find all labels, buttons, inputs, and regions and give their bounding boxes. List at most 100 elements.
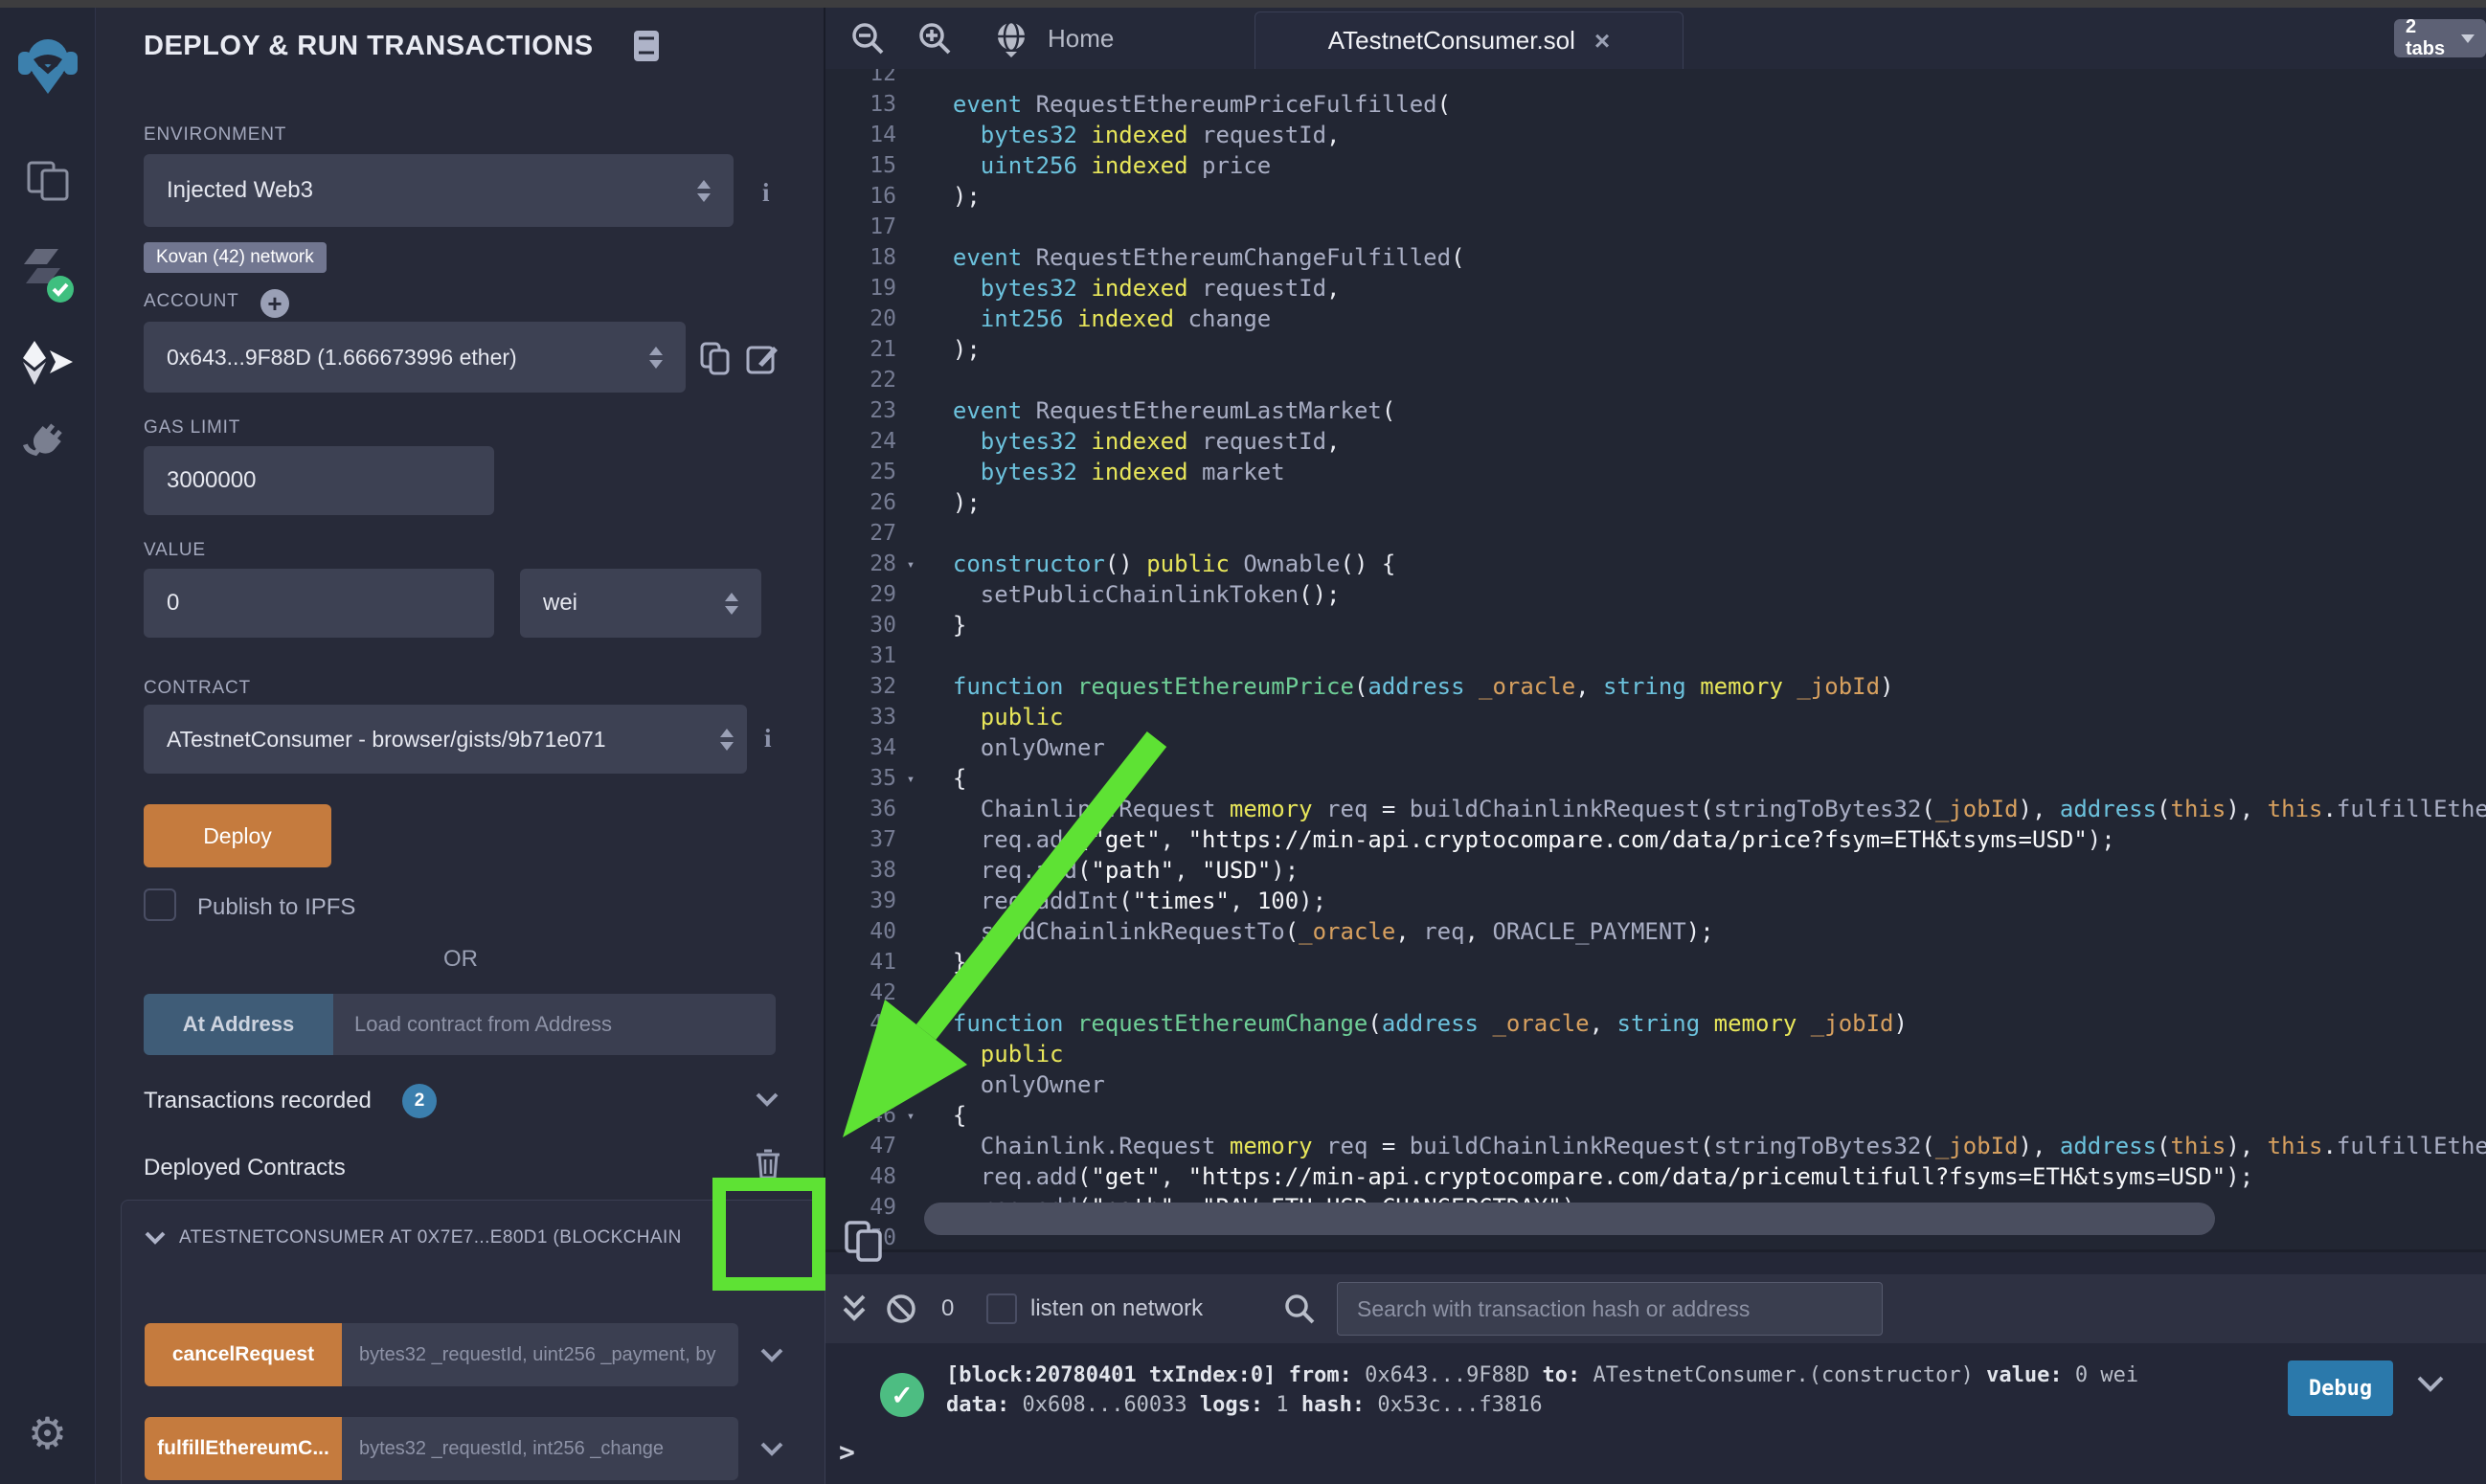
line-number[interactable]: 34	[825, 732, 896, 763]
line-number[interactable]: 28	[825, 549, 896, 579]
line-number[interactable]: 23	[825, 395, 896, 426]
line-number[interactable]: 26	[825, 487, 896, 518]
code-line-31: 31	[825, 641, 2486, 671]
function-expand-chevron-icon[interactable]	[759, 1441, 784, 1456]
environment-info-icon[interactable]: i	[762, 178, 770, 208]
contract-select[interactable]: ATestnetConsumer - browser/gists/9b71e07…	[144, 705, 747, 774]
line-number[interactable]: 40	[825, 916, 896, 947]
line-number[interactable]: 45	[825, 1069, 896, 1100]
line-number[interactable]: 16	[825, 181, 896, 212]
line-number[interactable]: 44	[825, 1039, 896, 1069]
line-number[interactable]: 49	[825, 1192, 896, 1223]
line-number[interactable]: 33	[825, 702, 896, 732]
line-number[interactable]: 14	[825, 120, 896, 150]
code-editor[interactable]: 1213 event RequestEthereumPriceFulfilled…	[825, 69, 2486, 1249]
copy-contract-address-icon[interactable]	[844, 1220, 884, 1264]
line-number[interactable]: 37	[825, 824, 896, 855]
line-number[interactable]: 43	[825, 1008, 896, 1039]
line-number[interactable]: 39	[825, 886, 896, 916]
tab-active-file[interactable]: ATestnetConsumer.sol ×	[1254, 11, 1684, 69]
line-number[interactable]: 25	[825, 457, 896, 487]
at-address-input[interactable]	[333, 994, 776, 1055]
edit-account-icon[interactable]	[745, 341, 780, 375]
value-input[interactable]	[144, 569, 494, 638]
code-line-39: 39 req.addInt("times", 100);	[825, 886, 2486, 916]
fold-gutter	[896, 457, 925, 487]
contract-function-params-input[interactable]: bytes32 _requestId, int256 _change	[342, 1417, 738, 1480]
line-number[interactable]: 27	[825, 518, 896, 549]
line-number[interactable]: 35	[825, 763, 896, 794]
clear-deployed-trash-icon[interactable]	[755, 1149, 781, 1180]
line-number[interactable]: 22	[825, 365, 896, 395]
editor-horizontal-scrollbar[interactable]	[924, 1203, 2215, 1235]
fold-gutter	[896, 1039, 925, 1069]
copy-account-icon[interactable]	[699, 341, 732, 375]
contract-function-params-input[interactable]: bytes32 _requestId, uint256 _payment, by	[342, 1323, 738, 1386]
value-unit-select[interactable]: wei	[520, 569, 761, 638]
solidity-compiler-icon[interactable]	[0, 247, 95, 304]
clear-console-icon[interactable]	[885, 1293, 917, 1325]
fold-toggle-icon[interactable]: ▾	[896, 549, 925, 579]
terminal-search-input[interactable]	[1337, 1282, 1883, 1336]
line-number[interactable]: 30	[825, 610, 896, 641]
transactions-collapse-chevron-icon[interactable]	[755, 1091, 780, 1107]
deploy-button[interactable]: Deploy	[144, 804, 331, 867]
function-expand-chevron-icon[interactable]	[759, 1347, 784, 1362]
terminal-prompt[interactable]: >	[839, 1436, 855, 1468]
contract-expand-chevron-icon	[145, 1231, 166, 1245]
fold-gutter	[896, 69, 925, 89]
line-number[interactable]: 47	[825, 1131, 896, 1161]
deployed-contract-header[interactable]: ATESTNETCONSUMER AT 0X7E7...E80D1 (BLOCK…	[145, 1227, 757, 1248]
line-number[interactable]: 48	[825, 1161, 896, 1192]
tabs-count-badge[interactable]: 2 tabs	[2394, 19, 2486, 57]
doc-link-icon[interactable]	[632, 29, 661, 63]
line-number[interactable]: 38	[825, 855, 896, 886]
transactions-count-badge: 2	[402, 1084, 437, 1118]
line-number[interactable]: 42	[825, 978, 896, 1008]
gas-limit-input[interactable]	[144, 446, 494, 515]
line-number[interactable]: 19	[825, 273, 896, 304]
line-number[interactable]: 20	[825, 304, 896, 334]
settings-gear-icon[interactable]: ⚙	[0, 1407, 95, 1459]
account-select[interactable]: 0x643...9F88D (1.666673996 ether)	[144, 322, 686, 393]
terminal-collapse-icon[interactable]	[841, 1293, 868, 1325]
tab-home[interactable]: Home	[992, 8, 1114, 69]
zoom-out-icon[interactable]	[850, 21, 885, 56]
remix-logo-icon[interactable]	[0, 36, 95, 98]
code-line-44: 44 public	[825, 1039, 2486, 1069]
contract-function-button[interactable]: fulfillEthereumC...	[145, 1417, 342, 1480]
line-number[interactable]: 13	[825, 89, 896, 120]
fold-gutter	[896, 304, 925, 334]
listen-network-checkbox[interactable]	[986, 1293, 1017, 1324]
line-number[interactable]: 31	[825, 641, 896, 671]
line-number[interactable]: 17	[825, 212, 896, 242]
line-number[interactable]: 21	[825, 334, 896, 365]
close-tab-icon[interactable]: ×	[1594, 28, 1610, 55]
line-number[interactable]: 41	[825, 947, 896, 978]
line-number[interactable]: 24	[825, 426, 896, 457]
code-line-20: 20 int256 indexed change	[825, 304, 2486, 334]
fold-toggle-icon[interactable]: ▾	[896, 763, 925, 794]
contract-function-button[interactable]: cancelRequest	[145, 1323, 342, 1386]
publish-ipfs-checkbox[interactable]	[144, 888, 176, 921]
add-account-icon[interactable]: +	[260, 289, 289, 318]
line-number[interactable]: 15	[825, 150, 896, 181]
tx-log-entry[interactable]: [block:20780401 txIndex:0] from: 0x643..…	[946, 1360, 2268, 1420]
line-number[interactable]: 18	[825, 242, 896, 273]
file-explorer-icon[interactable]	[0, 159, 95, 203]
deploy-run-icon[interactable]	[0, 339, 95, 387]
fold-toggle-icon[interactable]: ▾	[896, 1100, 925, 1131]
line-number[interactable]: 46	[825, 1100, 896, 1131]
at-address-button[interactable]: At Address	[144, 994, 333, 1055]
zoom-in-icon[interactable]	[917, 21, 952, 56]
tx-expand-chevron-icon[interactable]	[2416, 1375, 2445, 1392]
contract-function-row: cancelRequestbytes32 _requestId, uint256…	[145, 1323, 803, 1386]
line-number[interactable]: 29	[825, 579, 896, 610]
line-number[interactable]: 36	[825, 794, 896, 824]
contract-info-icon[interactable]: i	[764, 724, 772, 753]
environment-select[interactable]: Injected Web3	[144, 154, 734, 227]
debug-button[interactable]: Debug	[2288, 1360, 2393, 1416]
line-number[interactable]: 12	[825, 69, 896, 89]
line-number[interactable]: 32	[825, 671, 896, 702]
plugin-manager-icon[interactable]	[0, 414, 95, 463]
